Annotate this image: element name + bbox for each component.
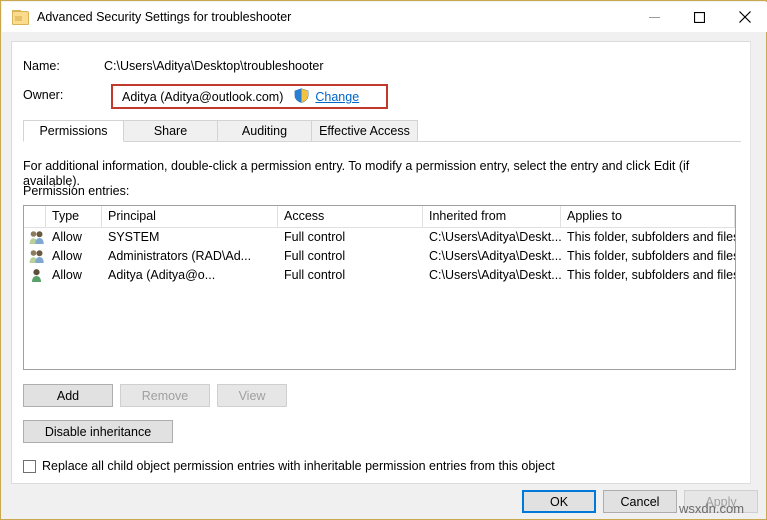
cell-applies-to: This folder, subfolders and files — [567, 230, 735, 244]
cell-principal: SYSTEM — [108, 230, 160, 244]
tab-share[interactable]: Share — [123, 120, 218, 142]
tab-permissions[interactable]: Permissions — [23, 120, 124, 142]
column-header-inherited-from[interactable]: Inherited from — [423, 206, 561, 227]
permission-entries-label: Permission entries: — [23, 184, 130, 198]
disable-inheritance-button[interactable]: Disable inheritance — [23, 420, 173, 443]
cell-principal: Aditya (Aditya@o... — [108, 268, 216, 282]
cell-inherited-from: C:\Users\Aditya\Deskt... — [429, 249, 561, 263]
group-icon — [29, 249, 45, 264]
column-header-type[interactable]: Type — [46, 206, 102, 227]
window-controls — [632, 2, 767, 32]
cell-inherited-from: C:\Users\Aditya\Deskt... — [429, 230, 561, 244]
name-value: C:\Users\Aditya\Desktop\troubleshooter — [104, 59, 324, 73]
content-panel: Name: C:\Users\Aditya\Desktop\troublesho… — [11, 41, 751, 484]
tab-auditing[interactable]: Auditing — [217, 120, 312, 142]
cell-inherited-from: C:\Users\Aditya\Deskt... — [429, 268, 561, 282]
table-row[interactable]: Allow Administrators (RAD\Ad... Full con… — [24, 247, 735, 266]
close-icon[interactable] — [722, 2, 767, 32]
replace-child-permissions-label: Replace all child object permission entr… — [42, 459, 555, 473]
info-text: For additional information, double-click… — [23, 159, 690, 188]
tab-underline — [23, 141, 741, 142]
group-icon — [29, 230, 45, 245]
cell-applies-to: This folder, subfolders and files — [567, 249, 735, 263]
minimize-icon[interactable] — [632, 2, 677, 32]
cell-type: Allow — [52, 268, 82, 282]
window-title: Advanced Security Settings for troublesh… — [37, 10, 292, 24]
maximize-icon[interactable] — [677, 2, 722, 32]
cell-access: Full control — [284, 230, 346, 244]
change-owner-link[interactable]: Change — [315, 90, 359, 104]
tab-strip: Permissions Share Auditing Effective Acc… — [23, 120, 741, 142]
cell-type: Allow — [52, 249, 82, 263]
permission-entries-list[interactable]: Type Principal Access Inherited from App… — [23, 205, 736, 370]
title-bar: Advanced Security Settings for troublesh… — [2, 2, 767, 32]
tab-permissions-label: Permissions — [39, 124, 108, 138]
table-row[interactable]: Allow SYSTEM Full control C:\Users\Adity… — [24, 228, 735, 247]
replace-child-permissions-checkbox[interactable] — [23, 459, 36, 473]
owner-label: Owner: — [23, 88, 64, 102]
cell-type: Allow — [52, 230, 82, 244]
cancel-button[interactable]: Cancel — [603, 490, 677, 513]
cell-access: Full control — [284, 249, 346, 263]
tab-effective-access[interactable]: Effective Access — [311, 120, 418, 142]
ok-button[interactable]: OK — [522, 490, 596, 513]
remove-button: Remove — [120, 384, 210, 407]
view-button: View — [217, 384, 287, 407]
uac-shield-icon — [294, 88, 309, 106]
column-header-applies-to[interactable]: Applies to — [561, 206, 735, 227]
advanced-security-settings-window: Advanced Security Settings for troublesh… — [0, 0, 767, 520]
watermark: wsxdn.com — [679, 501, 745, 516]
table-row[interactable]: Allow Aditya (Aditya@o... Full control C… — [24, 266, 735, 285]
cell-access: Full control — [284, 268, 346, 282]
column-header-access[interactable]: Access — [278, 206, 423, 227]
add-button[interactable]: Add — [23, 384, 113, 407]
tab-share-label: Share — [153, 124, 188, 138]
owner-value-group: Aditya (Aditya@outlook.com) Change — [122, 88, 359, 106]
cell-applies-to: This folder, subfolders and files — [567, 268, 735, 282]
user-icon — [29, 268, 45, 283]
replace-child-permissions-row[interactable]: Replace all child object permission entr… — [23, 459, 555, 473]
column-header-icon — [24, 206, 46, 227]
name-row: Name: C:\Users\Aditya\Desktop\troublesho… — [12, 59, 750, 79]
list-header-row: Type Principal Access Inherited from App… — [24, 206, 735, 228]
column-header-principal[interactable]: Principal — [102, 206, 278, 227]
tab-effective-access-label: Effective Access — [319, 124, 410, 138]
name-label: Name: — [23, 59, 60, 73]
tab-auditing-label: Auditing — [241, 124, 288, 138]
folder-icon — [12, 10, 29, 25]
owner-value: Aditya (Aditya@outlook.com) — [122, 90, 284, 104]
cell-principal: Administrators (RAD\Ad... — [108, 249, 252, 263]
